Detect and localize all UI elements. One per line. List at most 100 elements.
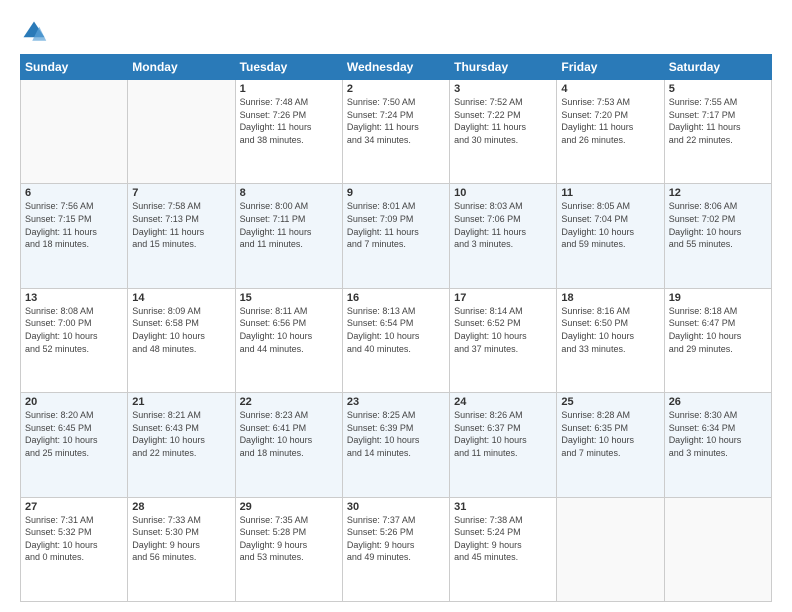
weekday-header: Monday	[128, 55, 235, 80]
day-number: 10	[454, 187, 552, 199]
header	[20, 18, 772, 46]
day-number: 22	[240, 396, 338, 408]
day-info: Sunrise: 8:14 AM Sunset: 6:52 PM Dayligh…	[454, 305, 552, 355]
day-number: 19	[669, 292, 767, 304]
calendar-cell: 21Sunrise: 8:21 AM Sunset: 6:43 PM Dayli…	[128, 393, 235, 497]
day-number: 23	[347, 396, 445, 408]
weekday-header: Friday	[557, 55, 664, 80]
day-info: Sunrise: 8:30 AM Sunset: 6:34 PM Dayligh…	[669, 409, 767, 459]
day-info: Sunrise: 7:58 AM Sunset: 7:13 PM Dayligh…	[132, 200, 230, 250]
logo-icon	[20, 18, 48, 46]
calendar-cell: 29Sunrise: 7:35 AM Sunset: 5:28 PM Dayli…	[235, 497, 342, 601]
calendar-cell: 17Sunrise: 8:14 AM Sunset: 6:52 PM Dayli…	[450, 288, 557, 392]
day-info: Sunrise: 8:20 AM Sunset: 6:45 PM Dayligh…	[25, 409, 123, 459]
calendar-cell: 27Sunrise: 7:31 AM Sunset: 5:32 PM Dayli…	[21, 497, 128, 601]
day-info: Sunrise: 7:55 AM Sunset: 7:17 PM Dayligh…	[669, 96, 767, 146]
weekday-header: Thursday	[450, 55, 557, 80]
calendar-cell: 3Sunrise: 7:52 AM Sunset: 7:22 PM Daylig…	[450, 80, 557, 184]
day-number: 5	[669, 83, 767, 95]
calendar-cell: 7Sunrise: 7:58 AM Sunset: 7:13 PM Daylig…	[128, 184, 235, 288]
calendar-cell: 23Sunrise: 8:25 AM Sunset: 6:39 PM Dayli…	[342, 393, 449, 497]
calendar-cell: 28Sunrise: 7:33 AM Sunset: 5:30 PM Dayli…	[128, 497, 235, 601]
calendar-week-row: 13Sunrise: 8:08 AM Sunset: 7:00 PM Dayli…	[21, 288, 772, 392]
weekday-row: SundayMondayTuesdayWednesdayThursdayFrid…	[21, 55, 772, 80]
day-number: 3	[454, 83, 552, 95]
day-info: Sunrise: 8:16 AM Sunset: 6:50 PM Dayligh…	[561, 305, 659, 355]
day-number: 28	[132, 501, 230, 513]
day-info: Sunrise: 7:56 AM Sunset: 7:15 PM Dayligh…	[25, 200, 123, 250]
logo	[20, 18, 52, 46]
day-number: 12	[669, 187, 767, 199]
day-info: Sunrise: 8:05 AM Sunset: 7:04 PM Dayligh…	[561, 200, 659, 250]
calendar-cell: 18Sunrise: 8:16 AM Sunset: 6:50 PM Dayli…	[557, 288, 664, 392]
day-number: 25	[561, 396, 659, 408]
calendar-cell: 19Sunrise: 8:18 AM Sunset: 6:47 PM Dayli…	[664, 288, 771, 392]
day-info: Sunrise: 7:53 AM Sunset: 7:20 PM Dayligh…	[561, 96, 659, 146]
calendar-cell: 22Sunrise: 8:23 AM Sunset: 6:41 PM Dayli…	[235, 393, 342, 497]
day-number: 2	[347, 83, 445, 95]
calendar-header: SundayMondayTuesdayWednesdayThursdayFrid…	[21, 55, 772, 80]
day-number: 6	[25, 187, 123, 199]
day-info: Sunrise: 8:01 AM Sunset: 7:09 PM Dayligh…	[347, 200, 445, 250]
day-info: Sunrise: 8:28 AM Sunset: 6:35 PM Dayligh…	[561, 409, 659, 459]
day-number: 29	[240, 501, 338, 513]
day-info: Sunrise: 8:00 AM Sunset: 7:11 PM Dayligh…	[240, 200, 338, 250]
calendar-cell: 4Sunrise: 7:53 AM Sunset: 7:20 PM Daylig…	[557, 80, 664, 184]
day-info: Sunrise: 8:26 AM Sunset: 6:37 PM Dayligh…	[454, 409, 552, 459]
day-info: Sunrise: 8:23 AM Sunset: 6:41 PM Dayligh…	[240, 409, 338, 459]
calendar-week-row: 20Sunrise: 8:20 AM Sunset: 6:45 PM Dayli…	[21, 393, 772, 497]
calendar-cell: 14Sunrise: 8:09 AM Sunset: 6:58 PM Dayli…	[128, 288, 235, 392]
weekday-header: Sunday	[21, 55, 128, 80]
calendar-cell	[128, 80, 235, 184]
calendar-cell: 2Sunrise: 7:50 AM Sunset: 7:24 PM Daylig…	[342, 80, 449, 184]
calendar-cell	[664, 497, 771, 601]
page: SundayMondayTuesdayWednesdayThursdayFrid…	[0, 0, 792, 612]
day-number: 31	[454, 501, 552, 513]
calendar-body: 1Sunrise: 7:48 AM Sunset: 7:26 PM Daylig…	[21, 80, 772, 602]
calendar-cell: 6Sunrise: 7:56 AM Sunset: 7:15 PM Daylig…	[21, 184, 128, 288]
weekday-header: Wednesday	[342, 55, 449, 80]
calendar-cell	[557, 497, 664, 601]
calendar-cell: 15Sunrise: 8:11 AM Sunset: 6:56 PM Dayli…	[235, 288, 342, 392]
day-number: 14	[132, 292, 230, 304]
calendar-cell: 16Sunrise: 8:13 AM Sunset: 6:54 PM Dayli…	[342, 288, 449, 392]
day-info: Sunrise: 7:48 AM Sunset: 7:26 PM Dayligh…	[240, 96, 338, 146]
day-number: 24	[454, 396, 552, 408]
day-number: 20	[25, 396, 123, 408]
day-info: Sunrise: 8:25 AM Sunset: 6:39 PM Dayligh…	[347, 409, 445, 459]
day-number: 30	[347, 501, 445, 513]
day-number: 11	[561, 187, 659, 199]
calendar-cell: 10Sunrise: 8:03 AM Sunset: 7:06 PM Dayli…	[450, 184, 557, 288]
day-number: 7	[132, 187, 230, 199]
day-info: Sunrise: 7:38 AM Sunset: 5:24 PM Dayligh…	[454, 514, 552, 564]
day-number: 27	[25, 501, 123, 513]
calendar-cell: 13Sunrise: 8:08 AM Sunset: 7:00 PM Dayli…	[21, 288, 128, 392]
day-info: Sunrise: 7:31 AM Sunset: 5:32 PM Dayligh…	[25, 514, 123, 564]
day-number: 17	[454, 292, 552, 304]
day-number: 21	[132, 396, 230, 408]
weekday-header: Tuesday	[235, 55, 342, 80]
day-info: Sunrise: 7:52 AM Sunset: 7:22 PM Dayligh…	[454, 96, 552, 146]
calendar-week-row: 27Sunrise: 7:31 AM Sunset: 5:32 PM Dayli…	[21, 497, 772, 601]
calendar-cell: 26Sunrise: 8:30 AM Sunset: 6:34 PM Dayli…	[664, 393, 771, 497]
day-number: 9	[347, 187, 445, 199]
day-info: Sunrise: 8:08 AM Sunset: 7:00 PM Dayligh…	[25, 305, 123, 355]
day-info: Sunrise: 8:13 AM Sunset: 6:54 PM Dayligh…	[347, 305, 445, 355]
calendar-week-row: 1Sunrise: 7:48 AM Sunset: 7:26 PM Daylig…	[21, 80, 772, 184]
day-info: Sunrise: 8:11 AM Sunset: 6:56 PM Dayligh…	[240, 305, 338, 355]
day-number: 4	[561, 83, 659, 95]
calendar-cell: 30Sunrise: 7:37 AM Sunset: 5:26 PM Dayli…	[342, 497, 449, 601]
calendar-cell: 1Sunrise: 7:48 AM Sunset: 7:26 PM Daylig…	[235, 80, 342, 184]
calendar-cell: 12Sunrise: 8:06 AM Sunset: 7:02 PM Dayli…	[664, 184, 771, 288]
calendar-week-row: 6Sunrise: 7:56 AM Sunset: 7:15 PM Daylig…	[21, 184, 772, 288]
calendar-cell: 31Sunrise: 7:38 AM Sunset: 5:24 PM Dayli…	[450, 497, 557, 601]
calendar-cell: 9Sunrise: 8:01 AM Sunset: 7:09 PM Daylig…	[342, 184, 449, 288]
day-info: Sunrise: 7:37 AM Sunset: 5:26 PM Dayligh…	[347, 514, 445, 564]
day-info: Sunrise: 7:35 AM Sunset: 5:28 PM Dayligh…	[240, 514, 338, 564]
calendar-cell: 24Sunrise: 8:26 AM Sunset: 6:37 PM Dayli…	[450, 393, 557, 497]
day-info: Sunrise: 8:21 AM Sunset: 6:43 PM Dayligh…	[132, 409, 230, 459]
calendar-cell: 20Sunrise: 8:20 AM Sunset: 6:45 PM Dayli…	[21, 393, 128, 497]
weekday-header: Saturday	[664, 55, 771, 80]
day-info: Sunrise: 8:06 AM Sunset: 7:02 PM Dayligh…	[669, 200, 767, 250]
day-number: 15	[240, 292, 338, 304]
